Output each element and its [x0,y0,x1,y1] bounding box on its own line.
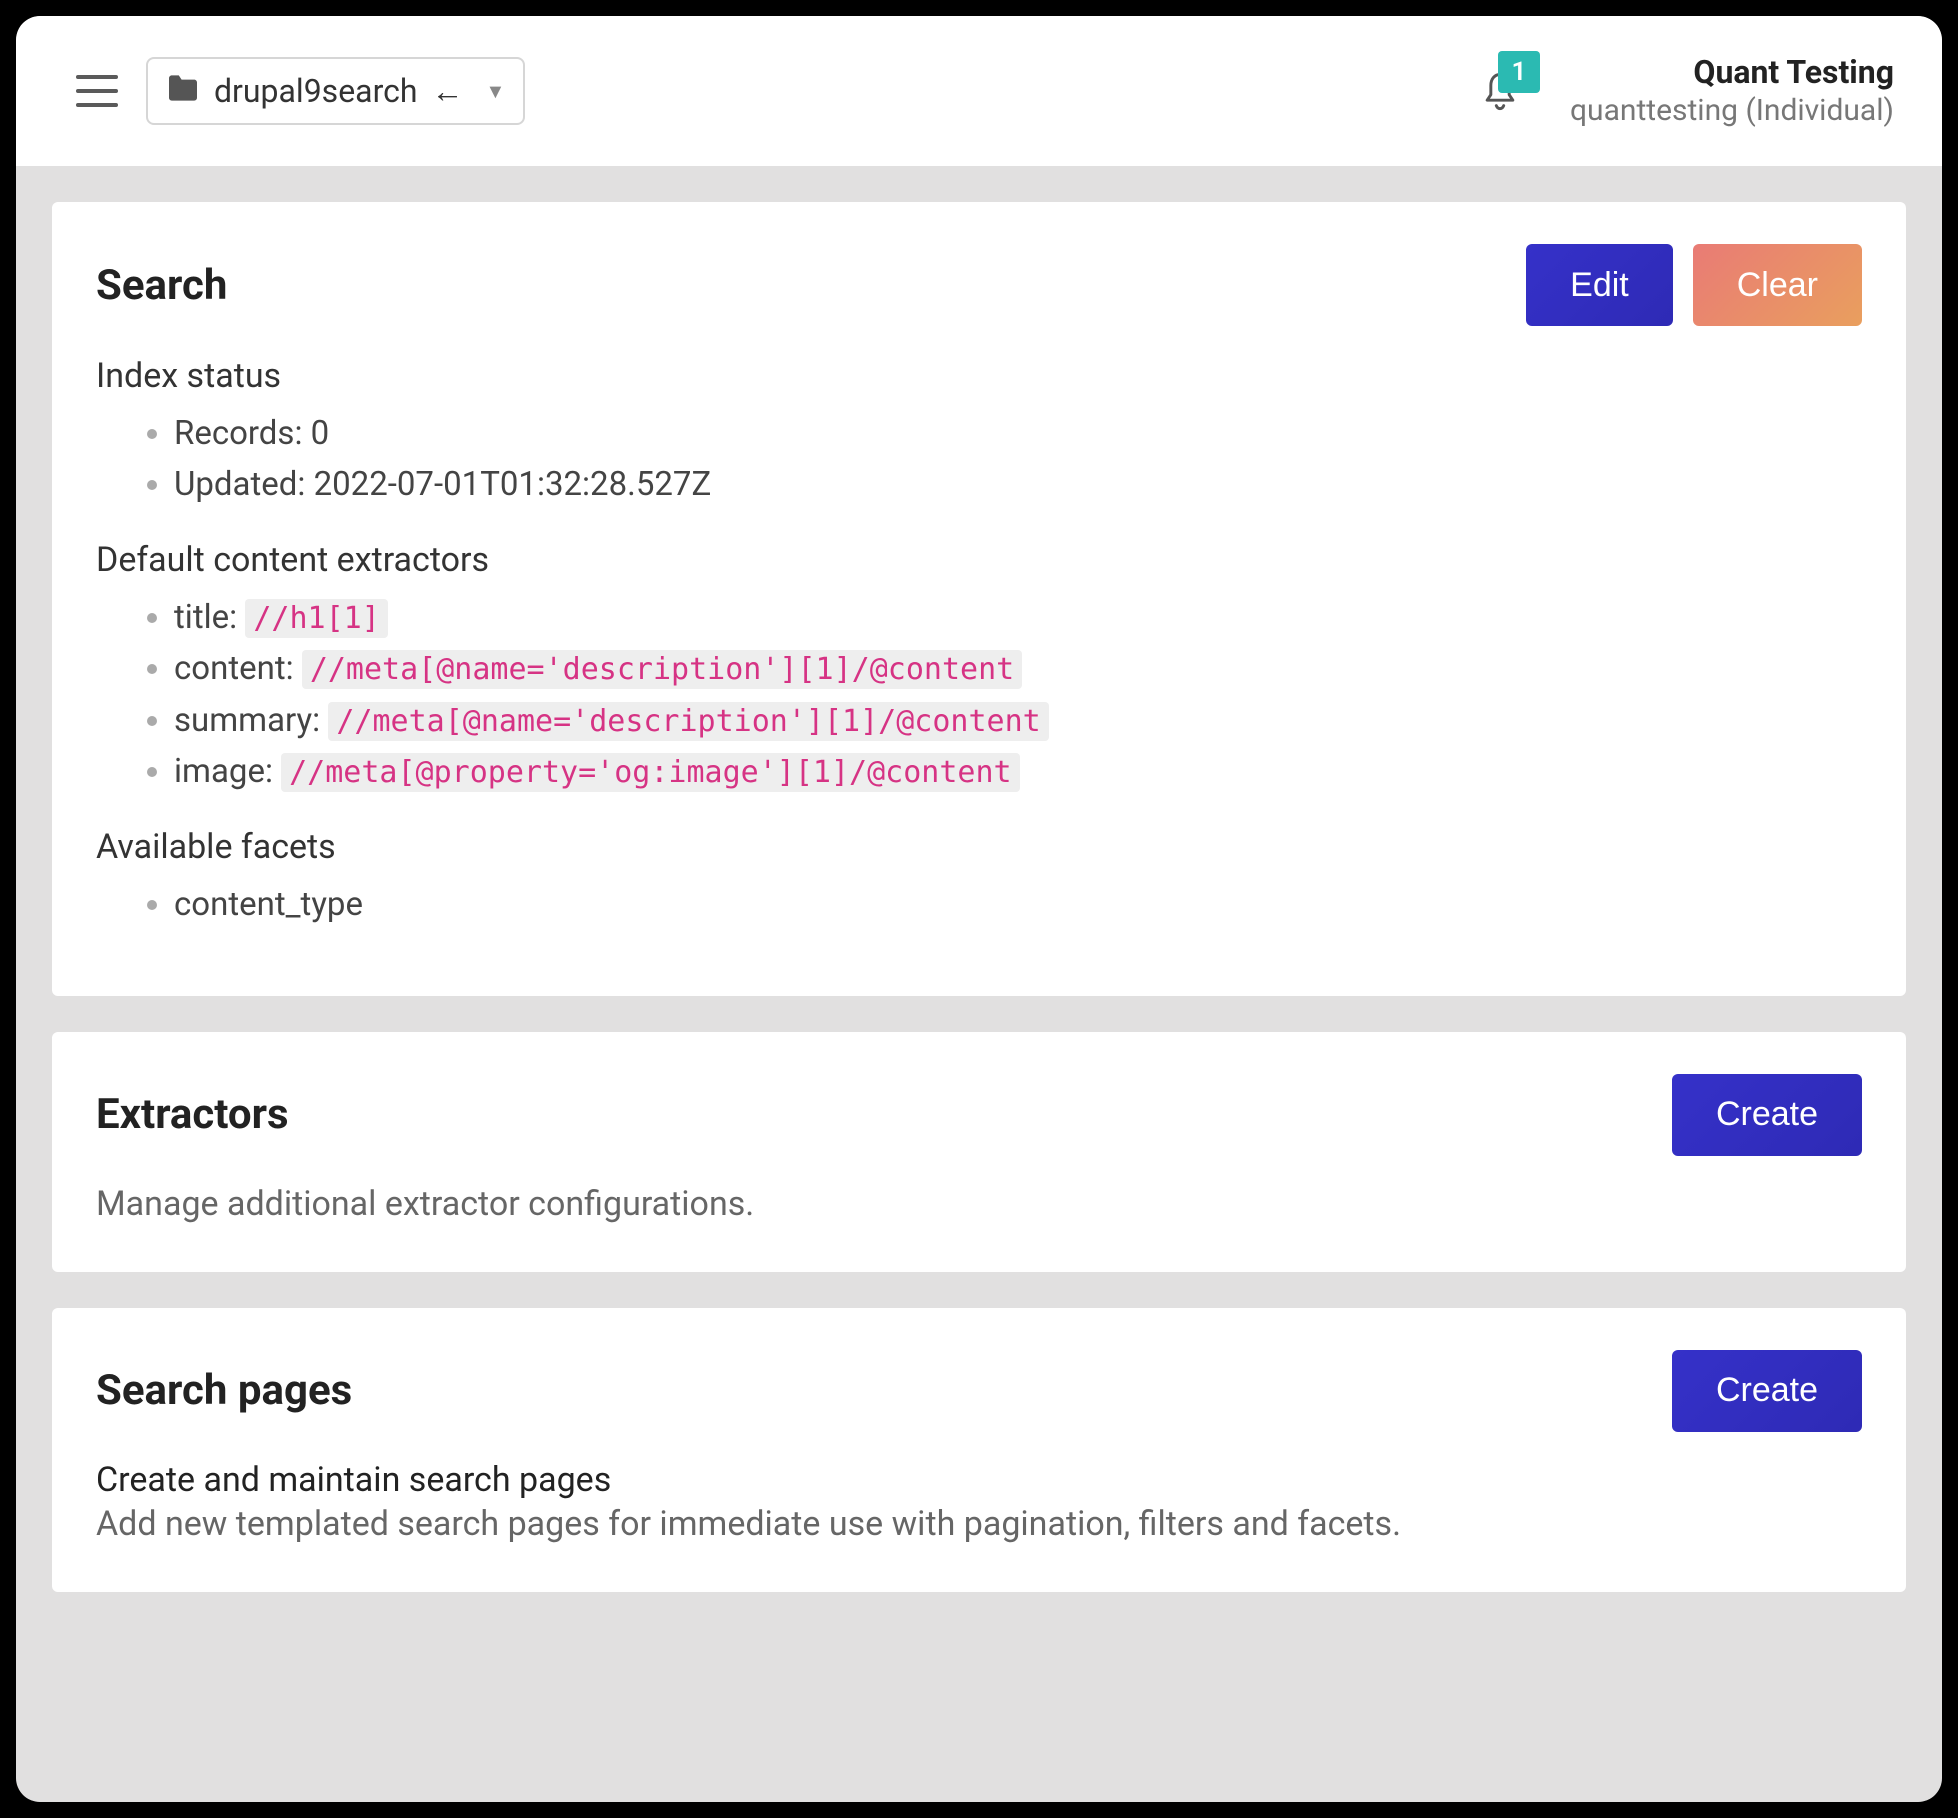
account-info[interactable]: Quant Testing quanttesting (Individual) [1570,52,1894,130]
extractor-xpath: //meta[@name='description'][1]/@content [328,702,1048,741]
extractors-card: Extractors Create Manage additional extr… [52,1032,1906,1272]
updated-label: Updated: [174,465,305,504]
extractors-list: title: //h1[1] content: //meta[@name='de… [96,592,1862,797]
index-status-label: Index status [96,356,1862,396]
search-pages-desc-strong: Create and maintain search pages [96,1460,1862,1500]
extractors-description: Manage additional extractor configuratio… [96,1184,1862,1224]
account-name: Quant Testing [1570,52,1894,92]
search-pages-desc: Add new templated search pages for immed… [96,1504,1862,1544]
topbar: drupal9search ← ▼ 1 Quant Testing quantt… [16,16,1942,166]
project-selector[interactable]: drupal9search ← ▼ [146,57,525,125]
account-sub: quanttesting (Individual) [1570,92,1894,130]
edit-button[interactable]: Edit [1526,244,1673,326]
back-arrow-icon: ← [431,72,463,110]
list-item: Records: 0 [174,408,1862,459]
extractor-xpath: //meta[@property='og:image'][1]/@content [281,753,1019,792]
extractor-name: content: [174,649,294,688]
project-name: drupal9search [214,72,417,110]
menu-icon[interactable] [76,75,118,107]
notification-badge: 1 [1498,51,1540,93]
list-item: Updated: 2022-07-01T01:32:28.527Z [174,459,1862,510]
extractor-xpath: //h1[1] [245,599,387,638]
extractors-title: Extractors [96,1090,1652,1139]
create-page-button[interactable]: Create [1672,1350,1862,1432]
clear-button[interactable]: Clear [1693,244,1862,326]
list-item: content_type [174,879,1862,930]
extractor-name: title: [174,598,237,637]
updated-value: 2022-07-01T01:32:28.527Z [314,465,712,504]
search-pages-title: Search pages [96,1366,1652,1415]
available-facets-label: Available facets [96,827,1862,867]
list-item: summary: //meta[@name='description'][1]/… [174,695,1862,746]
list-item: title: //h1[1] [174,592,1862,643]
records-value: 0 [311,414,330,453]
default-extractors-label: Default content extractors [96,540,1862,580]
facets-list: content_type [96,879,1862,930]
create-extractor-button[interactable]: Create [1672,1074,1862,1156]
list-item: content: //meta[@name='description'][1]/… [174,643,1862,694]
search-card: Search Edit Clear Index status Records: … [52,202,1906,996]
notifications-button[interactable]: 1 [1478,69,1522,113]
list-item: image: //meta[@property='og:image'][1]/@… [174,746,1862,797]
records-label: Records: [174,414,302,453]
search-pages-card: Search pages Create Create and maintain … [52,1308,1906,1592]
app-window: drupal9search ← ▼ 1 Quant Testing quantt… [16,16,1942,1802]
extractor-name: image: [174,752,273,791]
search-title: Search [96,261,1506,310]
extractor-name: summary: [174,701,320,740]
content-area: Search Edit Clear Index status Records: … [16,166,1942,1664]
extractor-xpath: //meta[@name='description'][1]/@content [302,650,1022,689]
index-status-list: Records: 0 Updated: 2022-07-01T01:32:28.… [96,408,1862,510]
folder-icon [166,72,200,110]
chevron-down-icon: ▼ [485,79,505,104]
